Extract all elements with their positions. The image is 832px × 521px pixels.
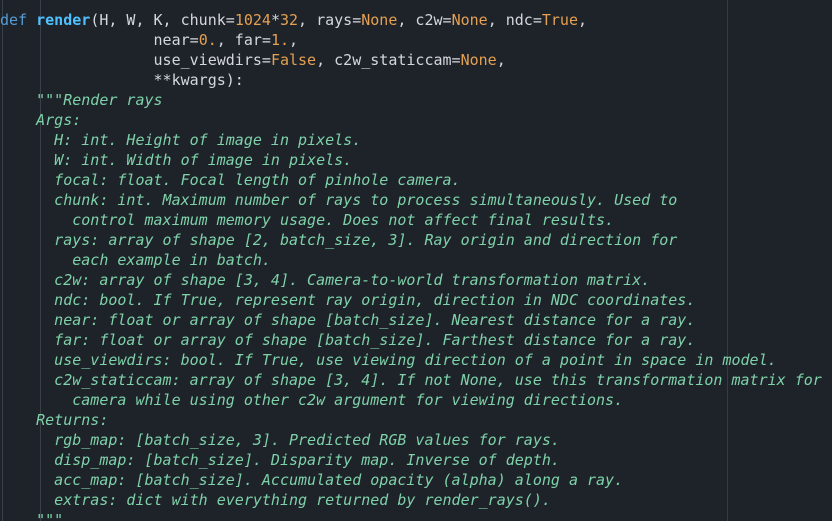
code-line[interactable]: camera while using other c2w argument fo… (0, 390, 822, 410)
builtin-constant-token: None (451, 11, 488, 29)
docstring-token: each example in batch. (0, 251, 271, 269)
code-line[interactable]: c2w_staticcam: array of shape [3, 4]. If… (0, 370, 822, 390)
code-area[interactable]: def render(H, W, K, chunk=1024*32, rays=… (0, 10, 822, 521)
docstring-token: rgb_map: [batch_size, 3]. Predicted RGB … (0, 431, 560, 449)
code-token: , c2w_staticcam= (316, 51, 461, 69)
punctuation-token: , (289, 31, 299, 49)
number-token: 1024 (234, 11, 271, 29)
docstring-token: chunk: int. Maximum number of rays to pr… (0, 191, 678, 209)
punctuation-token: , (578, 11, 588, 29)
docstring-token: use_viewdirs: bool. If True, use viewing… (0, 351, 777, 369)
function-name-token: render (36, 11, 91, 29)
docstring-token: Args: (0, 111, 82, 129)
code-line[interactable]: far: float or array of shape [batch_size… (0, 330, 822, 350)
code-line[interactable]: """Render rays (0, 90, 822, 110)
code-line[interactable]: rays: array of shape [2, batch_size, 3].… (0, 230, 822, 250)
builtin-constant-token: False (270, 51, 317, 69)
code-line[interactable]: **kwargs): (0, 70, 822, 90)
keyword-token: def (0, 11, 28, 29)
builtin-constant-token: None (460, 51, 497, 69)
builtin-constant-token: True (541, 11, 578, 29)
number-token: 0. (198, 31, 217, 49)
code-line[interactable]: near: float or array of shape [batch_siz… (0, 310, 822, 330)
code-token: **kwargs): (0, 71, 244, 89)
code-token: , c2w= (397, 11, 452, 29)
code-token: , ndc= (487, 11, 542, 29)
code-token: use_viewdirs= (0, 51, 271, 69)
code-line[interactable]: control maximum memory usage. Does not a… (0, 210, 822, 230)
code-line[interactable]: use_viewdirs=False, c2w_staticcam=None, (0, 50, 822, 70)
punctuation-token (27, 11, 36, 29)
code-line[interactable]: each example in batch. (0, 250, 822, 270)
builtin-constant-token: None (361, 11, 398, 29)
punctuation-token: , (496, 51, 506, 69)
code-line[interactable]: H: int. Height of image in pixels. (0, 130, 822, 150)
code-line[interactable]: ndc: bool. If True, represent ray origin… (0, 290, 822, 310)
code-token: , rays= (298, 11, 362, 29)
docstring-token: Returns: (0, 411, 109, 429)
code-token: , far= (216, 31, 271, 49)
docstring-token: """ (0, 511, 64, 521)
code-line[interactable]: Args: (0, 110, 822, 130)
docstring-token: extras: dict with everything returned by… (0, 491, 551, 509)
docstring-token: control maximum memory usage. Does not a… (0, 211, 615, 229)
docstring-token: disp_map: [batch_size]. Disparity map. I… (0, 451, 560, 469)
number-token: 32 (279, 11, 299, 29)
docstring-token: c2w_staticcam: array of shape [3, 4]. If… (0, 371, 822, 389)
code-line[interactable]: focal: float. Focal length of pinhole ca… (0, 170, 822, 190)
docstring-token: ndc: bool. If True, represent ray origin… (0, 291, 696, 309)
code-line[interactable]: W: int. Width of image in pixels. (0, 150, 822, 170)
code-line[interactable]: """ (0, 510, 822, 521)
docstring-token: rays: array of shape [2, batch_size, 3].… (0, 231, 678, 249)
code-editor[interactable]: def render(H, W, K, chunk=1024*32, rays=… (0, 0, 832, 521)
code-line[interactable]: chunk: int. Maximum number of rays to pr… (0, 190, 822, 210)
docstring-token: near: float or array of shape [batch_siz… (0, 311, 696, 329)
code-line[interactable]: extras: dict with everything returned by… (0, 490, 822, 510)
code-line[interactable]: near=0., far=1., (0, 30, 822, 50)
code-line[interactable]: Returns: (0, 410, 822, 430)
docstring-token: acc_map: [batch_size]. Accumulated opaci… (0, 471, 624, 489)
number-token: 1. (270, 31, 289, 49)
code-line[interactable]: c2w: array of shape [3, 4]. Camera-to-wo… (0, 270, 822, 290)
docstring-token: far: float or array of shape [batch_size… (0, 331, 696, 349)
code-token: (H, W, K, chunk= (90, 11, 235, 29)
code-line[interactable]: def render(H, W, K, chunk=1024*32, rays=… (0, 10, 822, 30)
docstring-token: focal: float. Focal length of pinhole ca… (0, 171, 461, 189)
docstring-token: """Render rays (0, 91, 163, 109)
docstring-token: H: int. Height of image in pixels. (0, 131, 362, 149)
docstring-token: camera while using other c2w argument fo… (0, 391, 624, 409)
code-line[interactable]: use_viewdirs: bool. If True, use viewing… (0, 350, 822, 370)
code-token: near= (0, 31, 199, 49)
docstring-token: W: int. Width of image in pixels. (0, 151, 353, 169)
code-line[interactable]: disp_map: [batch_size]. Disparity map. I… (0, 450, 822, 470)
code-line[interactable]: rgb_map: [batch_size, 3]. Predicted RGB … (0, 430, 822, 450)
docstring-token: c2w: array of shape [3, 4]. Camera-to-wo… (0, 271, 651, 289)
operator-token: * (270, 11, 280, 29)
code-line[interactable]: acc_map: [batch_size]. Accumulated opaci… (0, 470, 822, 490)
